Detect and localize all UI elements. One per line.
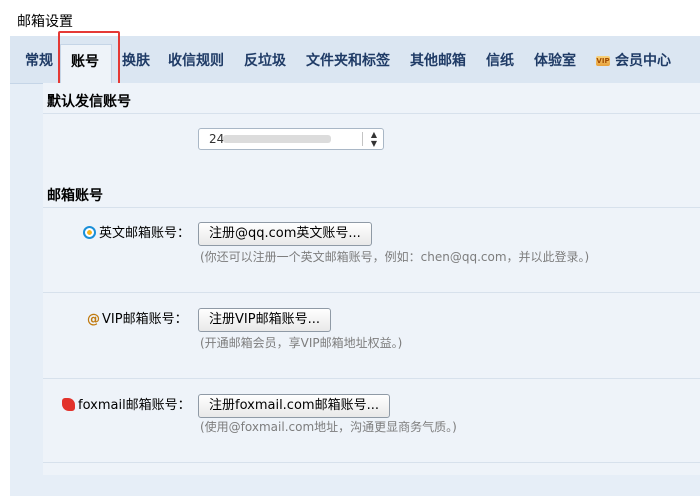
english-account-hint: (你还可以注册一个英文邮箱账号，例如：chen@qq.com，并以此登录。) xyxy=(200,250,590,264)
divider xyxy=(43,462,700,463)
tab-folders-tags[interactable]: 文件夹和标签 xyxy=(306,51,390,71)
register-foxmail-account-button[interactable]: 注册foxmail.com邮箱账号... xyxy=(198,394,390,418)
at-sign-icon: @ xyxy=(87,312,100,327)
select-divider xyxy=(362,132,363,146)
page-title: 邮箱设置 xyxy=(17,14,73,30)
tab-account[interactable]: 账号 xyxy=(60,44,112,84)
vip-account-label: @ VIP邮箱账号： xyxy=(87,311,188,329)
tab-member-center[interactable]: VIP 会员中心 xyxy=(596,51,671,71)
redacted-address xyxy=(223,135,331,143)
tab-stationery[interactable]: 信纸 xyxy=(486,51,514,71)
tab-anti-spam[interactable]: 反垃圾 xyxy=(244,51,286,71)
register-english-account-button[interactable]: 注册@qq.com英文账号... xyxy=(198,222,372,246)
select-arrows-icon: ▲ ▼ xyxy=(370,130,377,148)
vip-account-label-text: VIP邮箱账号： xyxy=(102,312,188,327)
tab-receive-rules[interactable]: 收信规则 xyxy=(168,51,224,71)
foxmail-account-hint: (使用@foxmail.com地址，沟通更显商务气质。) xyxy=(200,420,457,434)
tab-lab[interactable]: 体验室 xyxy=(534,51,576,71)
select-value: 24 xyxy=(209,132,225,146)
default-sender-heading: 默认发信账号 xyxy=(47,94,131,110)
divider xyxy=(43,207,700,208)
divider xyxy=(43,292,700,293)
english-account-label: 英文邮箱账号： xyxy=(83,225,190,243)
tab-other-mailboxes[interactable]: 其他邮箱 xyxy=(410,51,466,71)
tab-skin[interactable]: 换肤 xyxy=(122,51,150,71)
divider xyxy=(43,113,700,114)
tab-bar: 常规 换肤 收信规则 反垃圾 文件夹和标签 其他邮箱 信纸 体验室 VIP 会员中… xyxy=(10,36,700,84)
tab-account-label: 账号 xyxy=(71,54,99,70)
divider xyxy=(43,378,700,379)
vip-badge-icon: VIP xyxy=(596,56,610,66)
foxmail-icon xyxy=(62,398,75,411)
tab-member-center-label: 会员中心 xyxy=(615,53,671,69)
foxmail-account-label-text: foxmail邮箱账号： xyxy=(78,398,191,413)
vip-account-hint: (开通邮箱会员，享VIP邮箱地址权益。) xyxy=(200,336,403,350)
tab-general[interactable]: 常规 xyxy=(25,51,53,71)
english-account-label-text: 英文邮箱账号： xyxy=(99,226,191,241)
mailbox-accounts-heading: 邮箱账号 xyxy=(47,188,103,204)
register-vip-account-button[interactable]: 注册VIP邮箱账号... xyxy=(198,308,331,332)
default-sender-select[interactable]: 24 ▲ ▼ xyxy=(198,128,384,150)
qq-mail-icon xyxy=(83,226,96,239)
foxmail-account-label: foxmail邮箱账号： xyxy=(62,397,191,415)
